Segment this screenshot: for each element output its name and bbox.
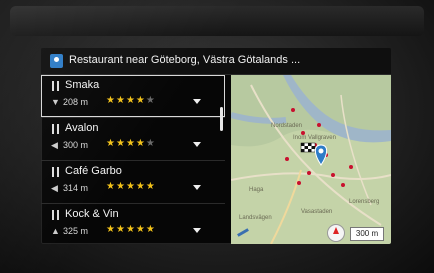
location-pin-icon: [50, 54, 63, 68]
star-icon: ★: [106, 95, 116, 106]
result-distance: 208 m: [63, 97, 89, 107]
arrow-left-icon: ◀: [51, 140, 58, 150]
search-query-title[interactable]: Restaurant near Göteborg, Västra Götalan…: [69, 54, 300, 66]
chevron-down-icon[interactable]: [193, 142, 201, 147]
star-icon: ★: [106, 224, 116, 235]
restaurant-icon: [51, 167, 61, 177]
map-pin-icon: [314, 144, 328, 166]
star-icon: ★: [115, 181, 126, 192]
map-label: Lorensberg: [349, 199, 380, 205]
map-label: Haga: [249, 187, 264, 193]
restaurant-icon: [51, 81, 61, 91]
star-icon: ★: [115, 138, 126, 149]
map-label: Vasastaden: [301, 209, 333, 215]
arrow-up-icon: ▲: [51, 226, 60, 236]
rating-stars: ★★★★★: [106, 138, 156, 149]
rating-stars: ★★★★★: [106, 224, 156, 235]
destination-flag-icon: [300, 142, 316, 153]
star-icon: ★: [125, 138, 136, 149]
result-name: Kock & Vin: [65, 208, 119, 220]
star-icon: ★: [145, 224, 156, 235]
search-header: Restaurant near Göteborg, Västra Götalan…: [41, 48, 391, 75]
map-view[interactable]: Nordstaden Inom Vallgraven Haga Lorensbe…: [231, 75, 391, 244]
star-icon: ★: [135, 95, 146, 106]
map-label: Landsvägen: [239, 215, 272, 221]
result-name: Avalon: [65, 122, 99, 134]
results-list: Smaka ▼ 208 m ★★★★★ Avalon ◀ 300 m ★★★★★…: [41, 75, 227, 244]
list-item[interactable]: Kock & Vin ▲ 325 m ★★★★★: [41, 204, 225, 244]
rating-stars: ★★★★★: [106, 181, 156, 192]
restaurant-icon: [51, 210, 61, 220]
star-icon: ★: [106, 138, 116, 149]
result-distance: 300 m: [63, 140, 89, 150]
result-name: Café Garbo: [65, 165, 122, 177]
result-name: Smaka: [65, 79, 100, 91]
map-scale: 300 m: [350, 227, 384, 241]
star-icon: ★: [125, 95, 136, 106]
result-distance: 314 m: [63, 183, 89, 193]
star-icon: ★: [125, 181, 136, 192]
star-icon: ★: [135, 224, 146, 235]
star-icon: ★: [145, 181, 156, 192]
bezel-top-trim: [10, 6, 424, 36]
compass-icon[interactable]: [327, 224, 345, 242]
star-icon: ★: [106, 181, 116, 192]
chevron-down-icon[interactable]: [193, 185, 201, 190]
map-label: Inom Vallgraven: [293, 135, 336, 141]
star-icon: ★: [115, 224, 126, 235]
star-icon: ★: [125, 224, 136, 235]
star-icon: ★: [115, 95, 126, 106]
arrow-down-left-icon: ▼: [51, 97, 60, 107]
infotainment-screen: Restaurant near Göteborg, Västra Götalan…: [41, 48, 391, 244]
list-item[interactable]: Café Garbo ◀ 314 m ★★★★★: [41, 161, 225, 203]
map-label: Nordstaden: [271, 123, 303, 129]
result-distance: 325 m: [63, 226, 89, 236]
chevron-down-icon[interactable]: [193, 228, 201, 233]
list-scrollbar[interactable]: [220, 107, 223, 131]
star-empty-icon: ★: [145, 138, 156, 149]
chevron-down-icon[interactable]: [193, 99, 201, 104]
arrow-left-icon: ◀: [51, 183, 58, 193]
restaurant-icon: [51, 124, 61, 134]
star-icon: ★: [135, 138, 146, 149]
star-icon: ★: [135, 181, 146, 192]
star-empty-icon: ★: [145, 95, 156, 106]
list-item[interactable]: Smaka ▼ 208 m ★★★★★: [41, 75, 225, 117]
list-item[interactable]: Avalon ◀ 300 m ★★★★★: [41, 118, 225, 160]
rating-stars: ★★★★★: [106, 95, 156, 106]
